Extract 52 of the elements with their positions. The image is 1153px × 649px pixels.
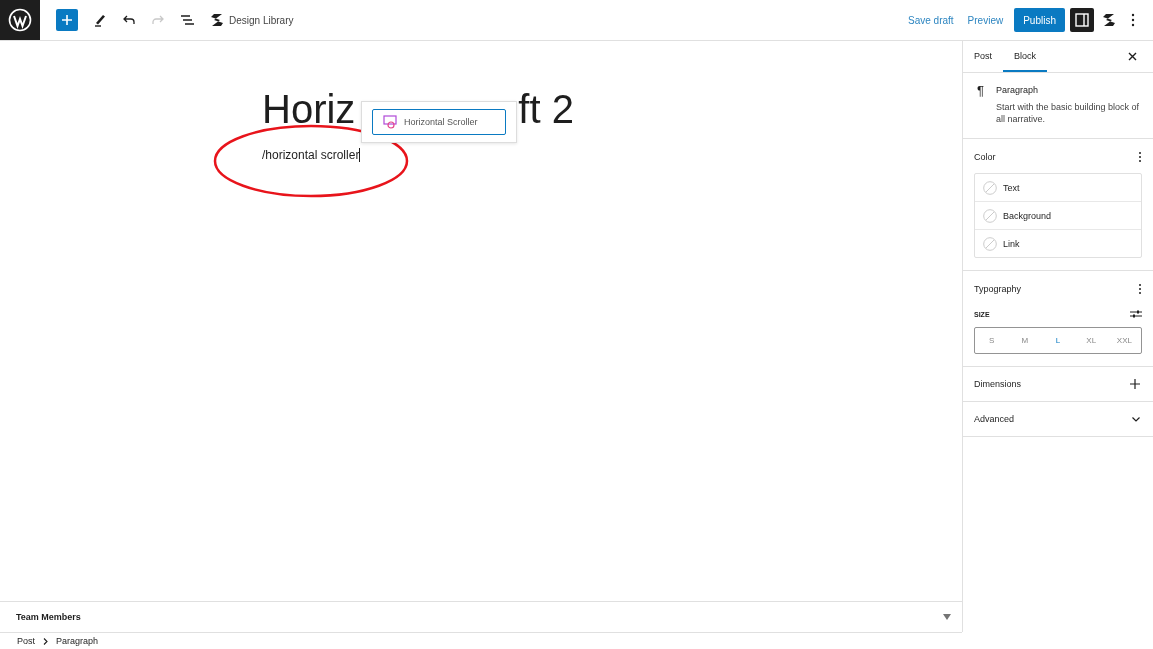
chevron-right-icon	[43, 637, 48, 645]
undo-icon[interactable]	[122, 14, 136, 26]
color-option[interactable]: Text	[975, 174, 1141, 202]
plus-icon	[61, 14, 73, 26]
pilcrow-icon: ¶	[977, 85, 984, 125]
font-size-option[interactable]: XL	[1074, 328, 1108, 353]
collapsed-panel[interactable]: Advanced	[963, 402, 1153, 437]
close-icon[interactable]	[1128, 52, 1137, 61]
wordpress-icon	[8, 8, 32, 32]
font-size-option[interactable]: L	[1041, 328, 1075, 353]
settings-button[interactable]	[1070, 8, 1094, 32]
plus-icon	[1130, 379, 1140, 389]
panel-title: Typography	[974, 284, 1022, 294]
no-color-swatch-icon	[983, 180, 997, 195]
sidebar-tab[interactable]: Block	[1003, 41, 1048, 72]
block-suggestion[interactable]: Horizontal Scroller	[372, 109, 506, 135]
breadcrumb-item[interactable]: Paragraph	[56, 636, 99, 646]
font-size-option[interactable]: M	[1008, 328, 1042, 353]
design-library-link[interactable]: Design Library	[229, 14, 294, 26]
add-block-button[interactable]	[56, 9, 78, 31]
post-title[interactable]: ft 2	[518, 85, 574, 133]
preview-button[interactable]: Preview	[960, 14, 1011, 26]
s-logo-icon[interactable]	[210, 13, 224, 27]
list-view-icon[interactable]	[180, 14, 194, 26]
paragraph-text[interactable]: /horizontal scroller	[262, 147, 962, 163]
publish-button[interactable]: Publish	[1014, 8, 1065, 32]
block-name: Paragraph	[996, 85, 1039, 95]
sliders-icon[interactable]	[1130, 309, 1142, 319]
breadcrumb-item[interactable]: Post	[17, 636, 35, 646]
meta-box-panel[interactable]: Team Members	[0, 601, 962, 632]
sidebar-toggle-icon	[1075, 13, 1089, 27]
font-size-option[interactable]: XXL	[1107, 328, 1141, 353]
no-color-swatch-icon	[983, 236, 997, 251]
more-options-icon[interactable]	[1131, 13, 1135, 27]
pencil-icon[interactable]	[93, 13, 107, 27]
color-option[interactable]: Background	[975, 202, 1141, 230]
s-logo-icon[interactable]	[1102, 13, 1116, 27]
color-option[interactable]: Link	[975, 230, 1141, 257]
triangle-down-icon	[943, 614, 951, 620]
more-options-icon[interactable]	[1138, 283, 1142, 295]
block-description: Start with the basic building block of all narrative.	[996, 101, 1141, 125]
panel-title: Color	[974, 152, 996, 162]
save-draft-button[interactable]: Save draft	[901, 14, 961, 26]
wordpress-logo[interactable]	[0, 0, 40, 40]
scroller-block-icon	[383, 115, 397, 129]
more-options-icon[interactable]	[1138, 151, 1142, 163]
collapsed-panel[interactable]: Dimensions	[963, 367, 1153, 402]
font-size-option[interactable]: S	[975, 328, 1009, 353]
sidebar-tab[interactable]: Post	[963, 41, 1003, 72]
chevron-down-icon	[1132, 416, 1140, 422]
no-color-swatch-icon	[983, 208, 997, 223]
post-title[interactable]: Horiz	[262, 85, 356, 133]
